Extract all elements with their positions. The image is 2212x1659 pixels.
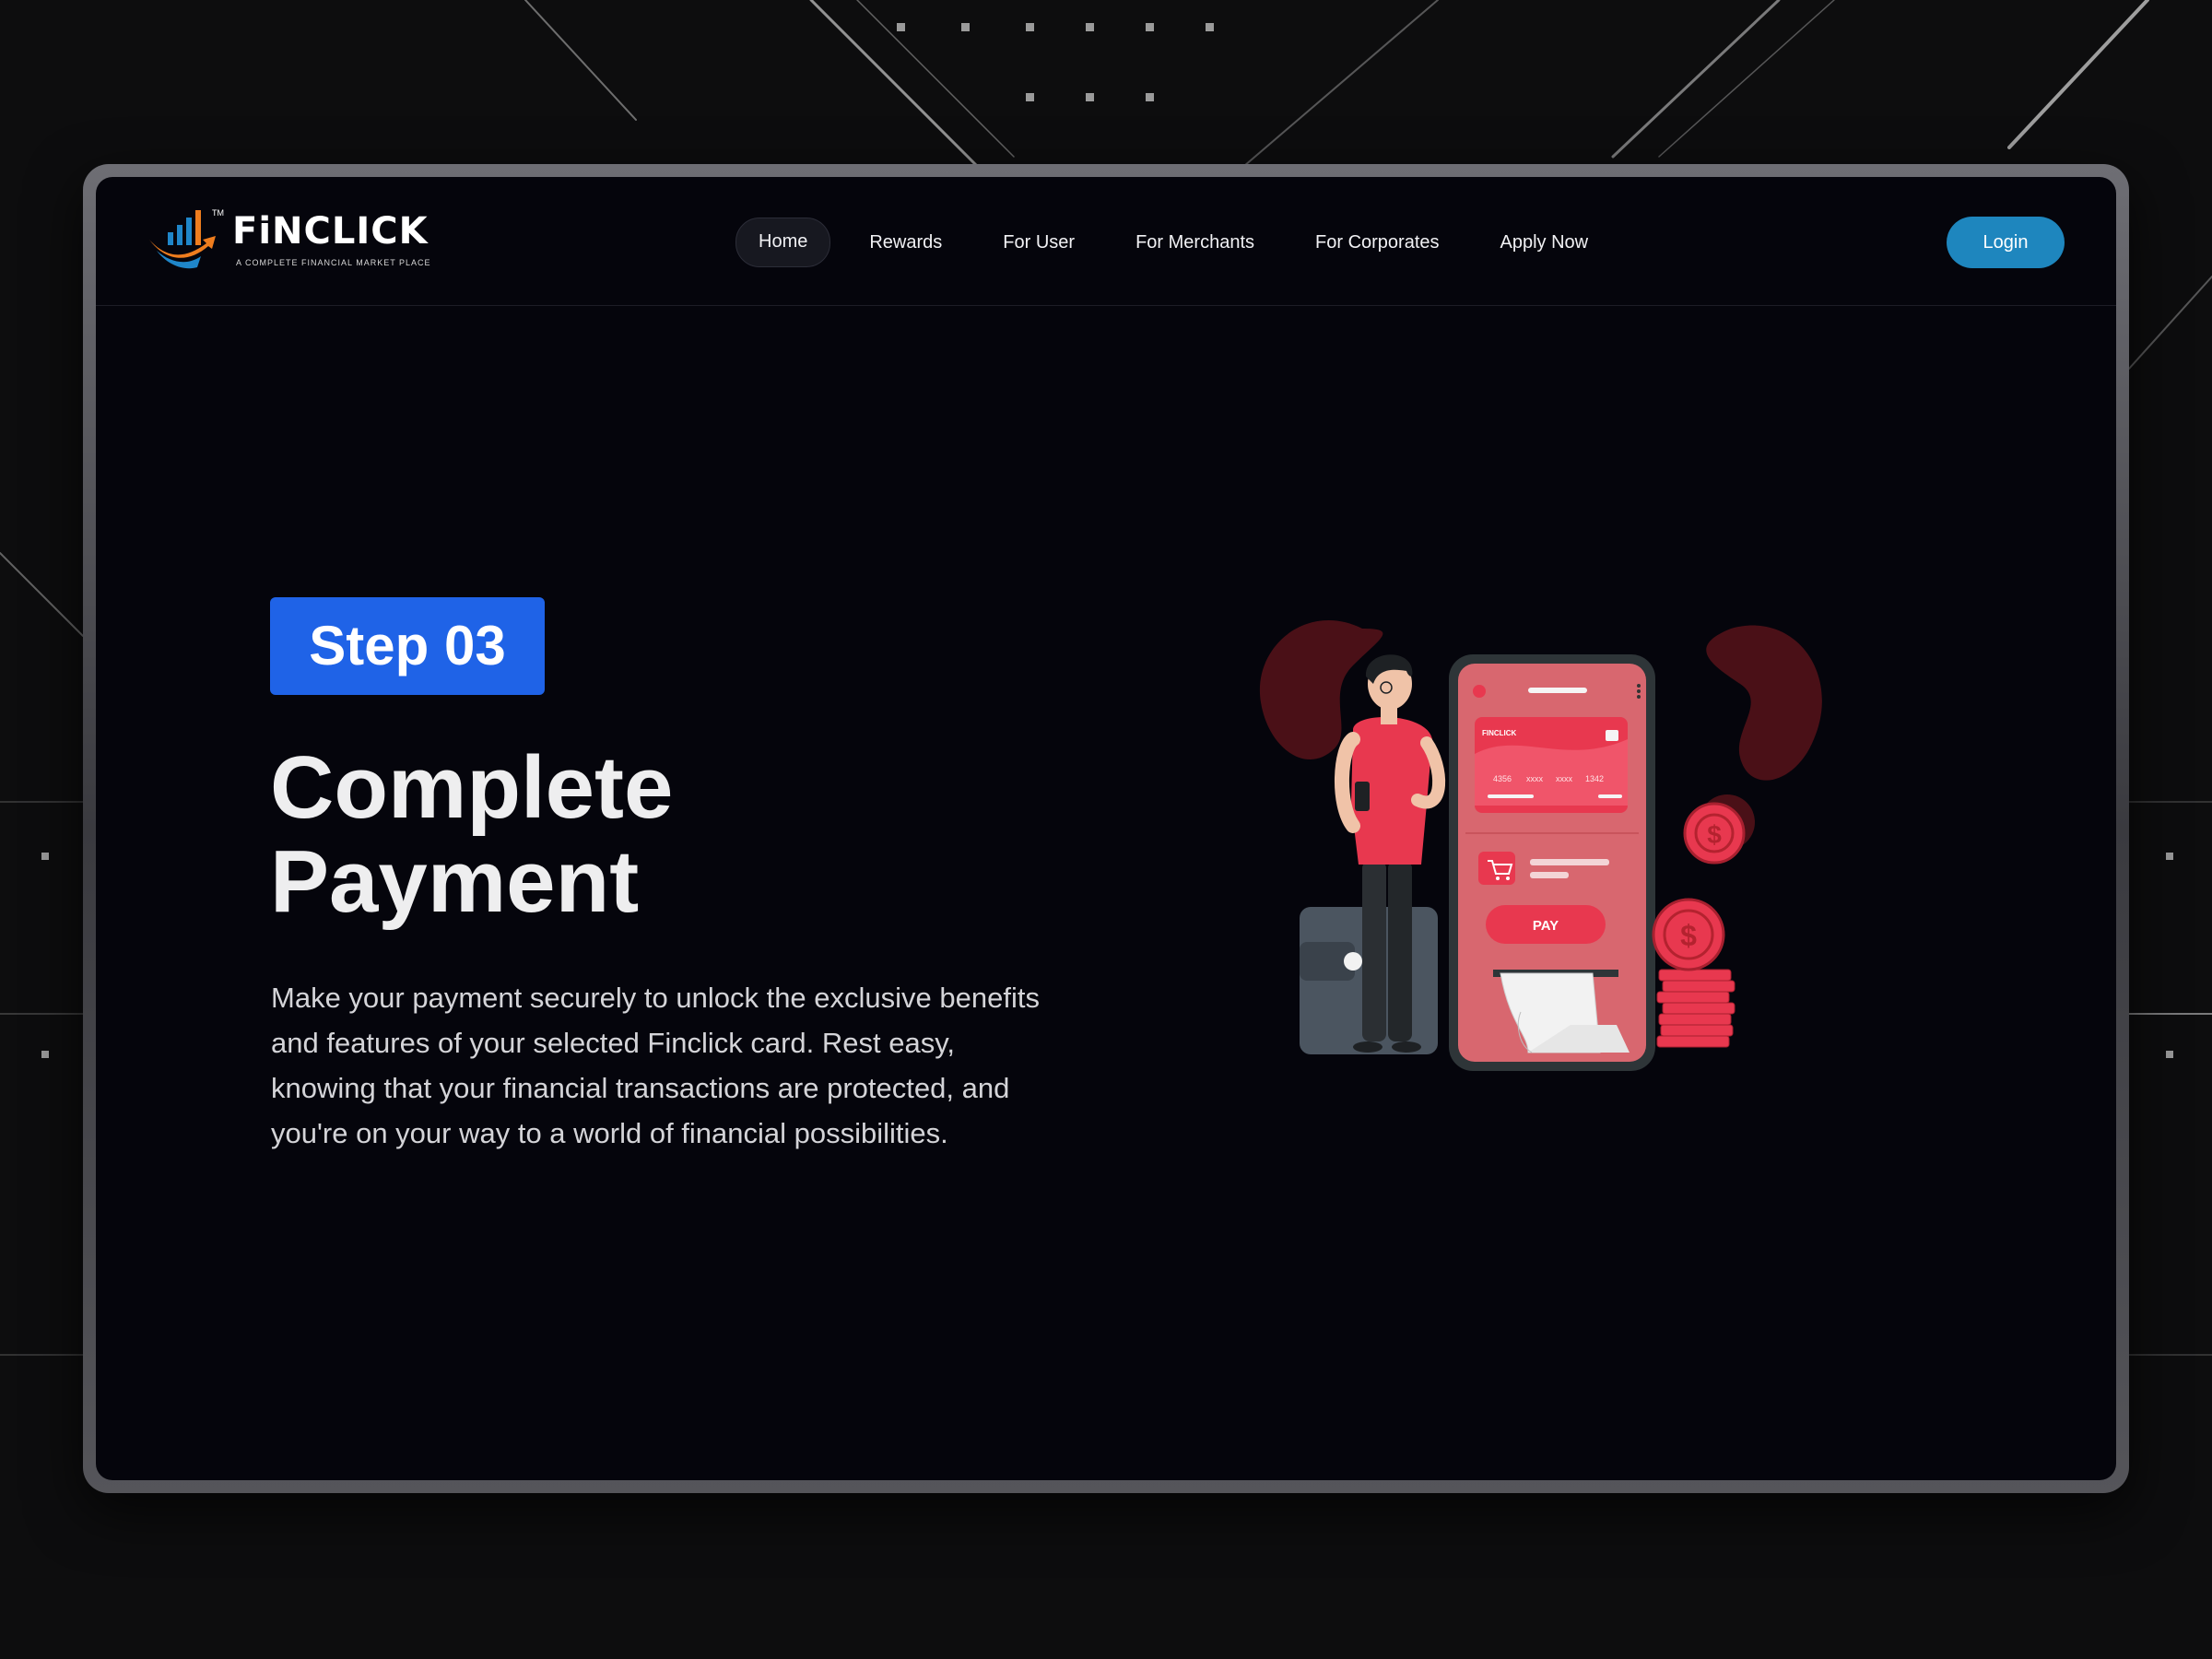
main-nav: Home Rewards For User For Merchants For … — [735, 218, 1610, 267]
card-number-part-2: xxxx — [1526, 774, 1544, 783]
coin-stack-icon — [1656, 969, 1735, 1048]
pay-label: PAY — [1533, 918, 1559, 934]
payment-illustration: FINCLICK 4356 xxxx xxxx 1342 PAY $ $ — [1259, 620, 1822, 1071]
top-navbar: TM FiNCLICK A COMPLETE FINANCIAL MARKET … — [96, 177, 2116, 306]
nav-item-for-corporates[interactable]: For Corporates — [1293, 218, 1462, 266]
brand-tagline: A COMPLETE FINANCIAL MARKET PLACE — [236, 258, 431, 267]
finclick-logo[interactable]: TM FiNCLICK A COMPLETE FINANCIAL MARKET … — [147, 206, 430, 280]
step-badge: Step 03 — [270, 597, 545, 695]
nav-item-home[interactable]: Home — [735, 218, 831, 267]
card-number-part-3: xxxx — [1556, 774, 1573, 783]
decorative-blob-right — [1706, 625, 1822, 781]
hero-description: Make your payment securely to unlock the… — [271, 982, 1040, 1149]
nav-item-apply-now[interactable]: Apply Now — [1478, 218, 1611, 266]
login-button[interactable]: Login — [1947, 217, 2065, 268]
card-brand: FINCLICK — [1482, 729, 1517, 737]
nav-item-for-user[interactable]: For User — [981, 218, 1097, 266]
trademark-mark: TM — [212, 208, 224, 218]
title-line-1: Complete — [270, 738, 674, 837]
brand-name: FiNCLICK — [232, 210, 429, 253]
title-line-2: Payment — [270, 832, 640, 931]
web-page: TM FiNCLICK A COMPLETE FINANCIAL MARKET … — [96, 177, 2116, 1480]
dollar-symbol-small: $ — [1707, 820, 1722, 849]
card-number-part-1: 4356 — [1493, 774, 1512, 783]
dollar-symbol-large: $ — [1680, 919, 1697, 952]
browser-frame: TM FiNCLICK A COMPLETE FINANCIAL MARKET … — [83, 164, 2129, 1493]
page-title: Complete Payment — [270, 741, 915, 929]
nav-item-for-merchants[interactable]: For Merchants — [1113, 218, 1277, 266]
nav-item-rewards[interactable]: Rewards — [847, 218, 964, 266]
chart-logo-icon — [149, 210, 216, 269]
card-number-part-4: 1342 — [1585, 774, 1604, 783]
